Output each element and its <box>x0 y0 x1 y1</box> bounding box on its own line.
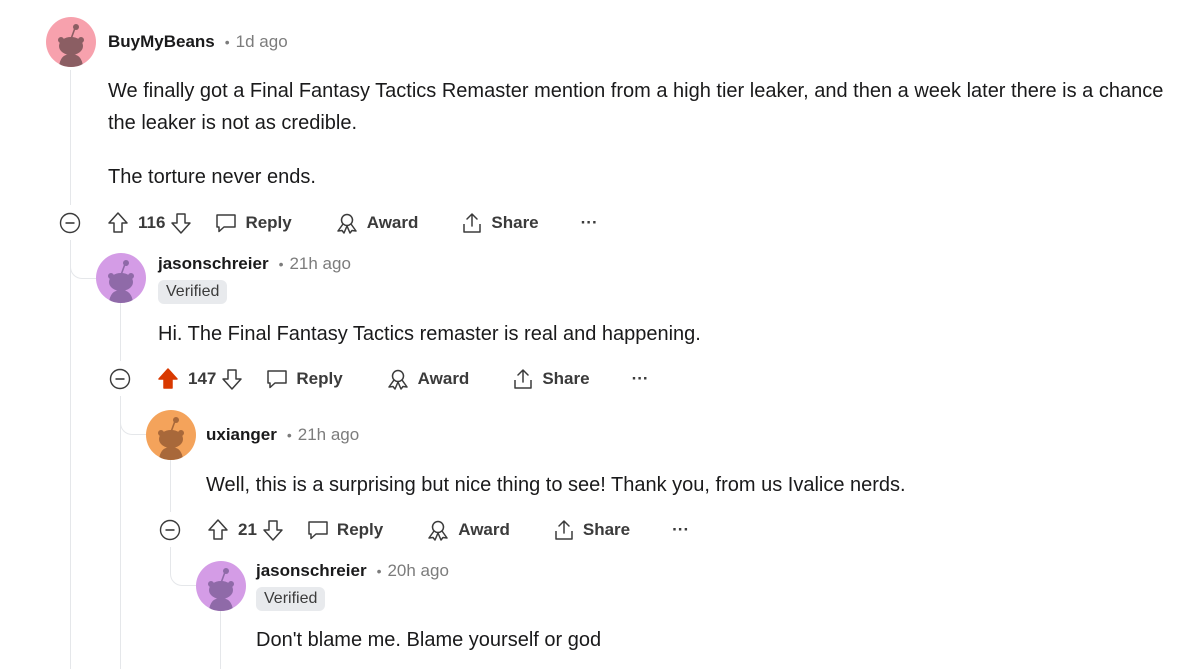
comment-meta: BuyMyBeans • 1d ago <box>108 30 288 54</box>
thread-line <box>70 70 71 205</box>
reply-button[interactable]: Reply <box>306 519 383 541</box>
snoo-avatar-icon <box>158 417 184 460</box>
snoo-avatar-icon <box>108 260 134 303</box>
reply-label: Reply <box>336 520 384 539</box>
avatar[interactable] <box>46 17 96 67</box>
more-icon[interactable]: ··· <box>632 369 649 389</box>
thread-elbow <box>170 547 197 586</box>
thread-line <box>120 396 121 669</box>
comment-paragraph: Hi. The Final Fantasy Tactics remaster i… <box>158 323 701 345</box>
share-button[interactable]: Share <box>460 211 539 235</box>
share-label: Share <box>582 520 631 539</box>
collapse-icon[interactable] <box>159 519 181 541</box>
meta-separator: • <box>286 427 292 443</box>
thread-line <box>170 460 171 512</box>
share-label: Share <box>542 369 590 388</box>
timestamp[interactable]: 1d ago <box>236 32 288 52</box>
share-icon <box>555 520 573 540</box>
reply-label: Reply <box>245 213 292 232</box>
reply-icon <box>267 370 288 389</box>
meta-separator: • <box>224 34 230 50</box>
comment-actions: 21 Reply Award Share ··· <box>159 514 689 546</box>
timestamp[interactable]: 20h ago <box>387 561 448 581</box>
share-icon <box>463 213 482 233</box>
comment-meta: jasonschreier • 21h ago <box>158 252 351 276</box>
comment-paragraph: We finally got a Final Fantasy Tactics R… <box>108 80 1164 134</box>
verified-badge: Verified <box>256 587 326 611</box>
avatar[interactable] <box>96 253 146 303</box>
comment-actions: 116 Reply Award Share ··· <box>59 207 598 239</box>
downvote-icon[interactable] <box>219 366 245 392</box>
avatar[interactable] <box>146 410 196 460</box>
award-button[interactable]: Award <box>334 212 419 234</box>
award-label: Award <box>417 369 470 388</box>
downvote-icon[interactable] <box>260 517 286 543</box>
comment-meta: uxianger • 21h ago <box>206 423 359 447</box>
author-link[interactable]: jasonschreier <box>256 561 367 581</box>
share-icon <box>514 369 533 389</box>
comment-paragraph: Well, this is a surprising but nice thin… <box>206 474 906 496</box>
avatar[interactable] <box>196 561 246 611</box>
reply-icon <box>216 214 237 233</box>
comment-paragraph: The torture never ends. <box>108 166 316 188</box>
author-link[interactable]: uxianger <box>206 425 277 445</box>
award-icon <box>428 520 448 541</box>
downvote-icon[interactable] <box>168 210 194 236</box>
timestamp[interactable]: 21h ago <box>289 254 350 274</box>
comment-body: Well, this is a surprising but nice thin… <box>206 469 1176 501</box>
vote-count: 116 <box>138 213 166 232</box>
comment-body: Hi. The Final Fantasy Tactics remaster i… <box>158 318 1158 350</box>
vote-count: 147 <box>188 369 217 388</box>
share-button[interactable]: Share <box>552 518 630 542</box>
upvote-icon[interactable] <box>105 210 131 236</box>
share-label: Share <box>491 213 539 232</box>
comment-paragraph: Don't blame me. Blame yourself or god <box>256 629 602 651</box>
timestamp[interactable]: 21h ago <box>298 425 359 445</box>
thread-line <box>70 240 71 669</box>
thread-elbow <box>120 396 147 435</box>
comment-actions: 147 Reply Award Share ··· <box>109 363 649 395</box>
thread-line <box>220 611 221 669</box>
award-icon <box>336 213 357 234</box>
author-link[interactable]: jasonschreier <box>158 254 269 274</box>
comment-body: We finally got a Final Fantasy Tactics R… <box>108 75 1178 193</box>
verified-badge: Verified <box>158 280 228 304</box>
award-button[interactable]: Award <box>385 368 470 390</box>
reply-button[interactable]: Reply <box>265 368 343 390</box>
author-link[interactable]: BuyMyBeans <box>108 32 215 52</box>
collapse-icon[interactable] <box>59 212 81 234</box>
upvote-icon[interactable] <box>205 517 231 543</box>
thread-line <box>120 303 121 361</box>
upvote-icon[interactable] <box>155 366 181 392</box>
snoo-avatar-icon <box>58 24 84 67</box>
meta-separator: • <box>376 563 382 579</box>
thread-elbow <box>70 240 97 279</box>
comment-meta: jasonschreier • 20h ago <box>256 559 449 583</box>
vote-count: 21 <box>238 520 257 539</box>
award-icon <box>387 369 408 390</box>
share-button[interactable]: Share <box>511 367 590 391</box>
reply-button[interactable]: Reply <box>214 212 292 234</box>
award-button[interactable]: Award <box>425 519 510 541</box>
comment-body: Don't blame me. Blame yourself or god <box>256 624 1176 656</box>
meta-separator: • <box>278 256 284 272</box>
snoo-avatar-icon <box>208 568 234 611</box>
more-icon[interactable]: ··· <box>581 213 598 233</box>
collapse-icon[interactable] <box>109 368 131 390</box>
reply-label: Reply <box>296 369 343 388</box>
award-label: Award <box>366 213 419 232</box>
more-icon[interactable]: ··· <box>672 520 689 540</box>
award-label: Award <box>458 520 510 539</box>
reply-icon <box>308 521 328 540</box>
